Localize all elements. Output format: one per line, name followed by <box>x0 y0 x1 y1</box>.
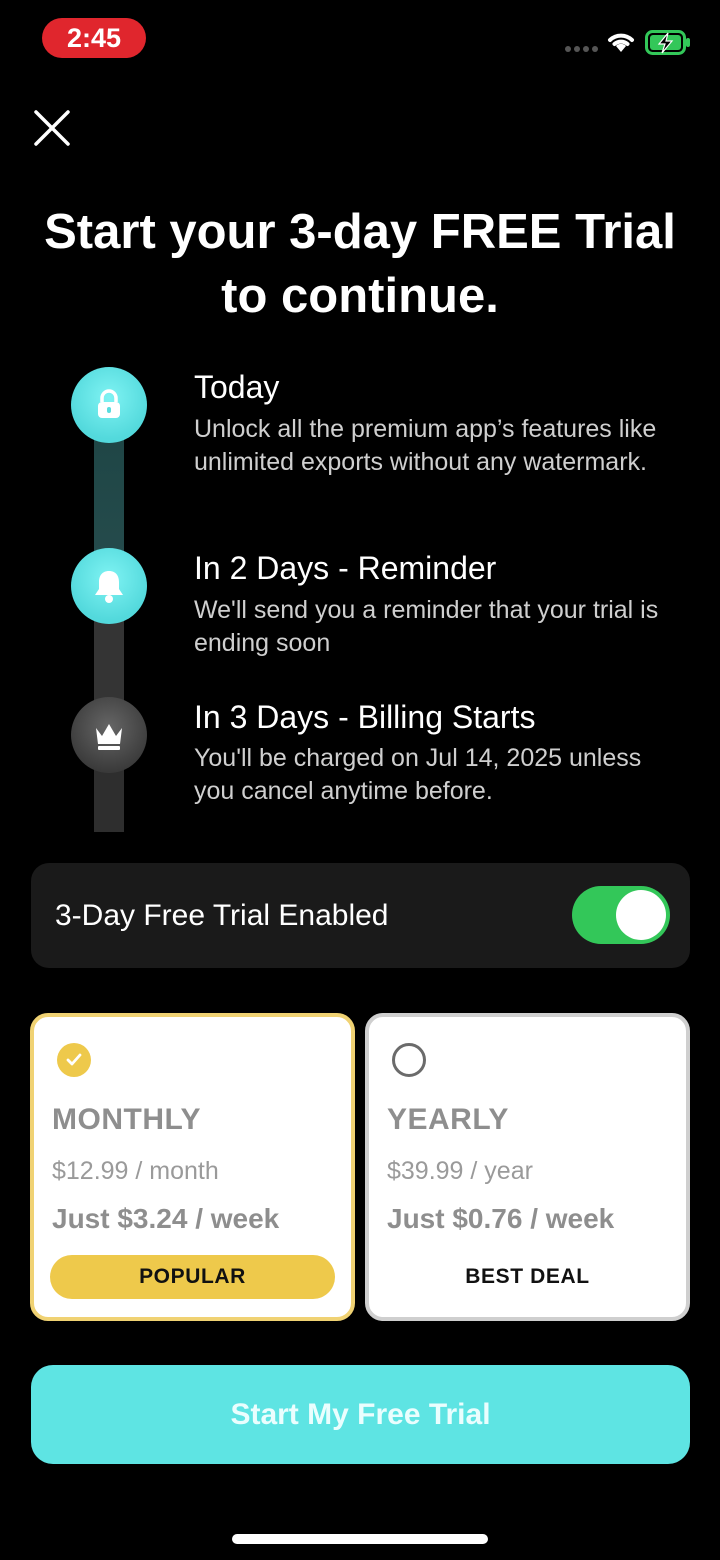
bell-icon <box>71 548 147 624</box>
checkmark-icon <box>57 1043 91 1077</box>
free-trial-card: 3-Day Free Trial Enabled <box>31 863 690 968</box>
close-button[interactable] <box>30 106 74 150</box>
plan-price: $39.99 / year <box>387 1157 533 1185</box>
best-deal-badge: BEST DEAL <box>465 1265 590 1288</box>
toggle-knob <box>616 890 666 940</box>
start-free-trial-button[interactable]: Start My Free Trial <box>31 1365 690 1464</box>
lock-icon <box>71 367 147 443</box>
popular-badge: POPULAR <box>50 1255 335 1299</box>
plan-card-monthly[interactable]: MONTHLY $12.99 / month Just $3.24 / week… <box>30 1013 355 1321</box>
crown-icon <box>71 697 147 773</box>
plan-price: $12.99 / month <box>52 1157 219 1185</box>
status-time: 2:45 <box>42 18 146 58</box>
step-description-billing: You'll be charged on Jul 14, 2025 unless… <box>194 744 642 805</box>
free-trial-toggle[interactable] <box>572 886 670 944</box>
battery-charging-icon <box>645 30 690 55</box>
step-title-billing: In 3 Days - Billing Starts <box>194 699 536 735</box>
plan-name: YEARLY <box>387 1103 509 1136</box>
step-title-today: Today <box>194 369 280 405</box>
cellular-signal-icon <box>565 46 598 52</box>
step-title-reminder: In 2 Days - Reminder <box>194 550 497 586</box>
page-title: Start your 3-day FREE Trial to continue. <box>44 205 676 323</box>
plan-name: MONTHLY <box>52 1103 202 1136</box>
free-trial-label: 3-Day Free Trial Enabled <box>55 899 389 932</box>
plan-weekly-price: Just $3.24 / week <box>52 1203 280 1234</box>
timeline-track <box>94 768 124 832</box>
plan-card-yearly[interactable]: YEARLY $39.99 / year Just $0.76 / week B… <box>365 1013 690 1321</box>
step-description-today: Unlock all the premium app’s features li… <box>194 415 657 476</box>
wifi-icon <box>608 33 634 52</box>
step-description-reminder: We'll send you a reminder that your tria… <box>194 596 659 657</box>
plan-weekly-price: Just $0.76 / week <box>387 1203 615 1234</box>
radio-unselected-icon <box>392 1043 426 1077</box>
home-indicator <box>232 1534 488 1544</box>
